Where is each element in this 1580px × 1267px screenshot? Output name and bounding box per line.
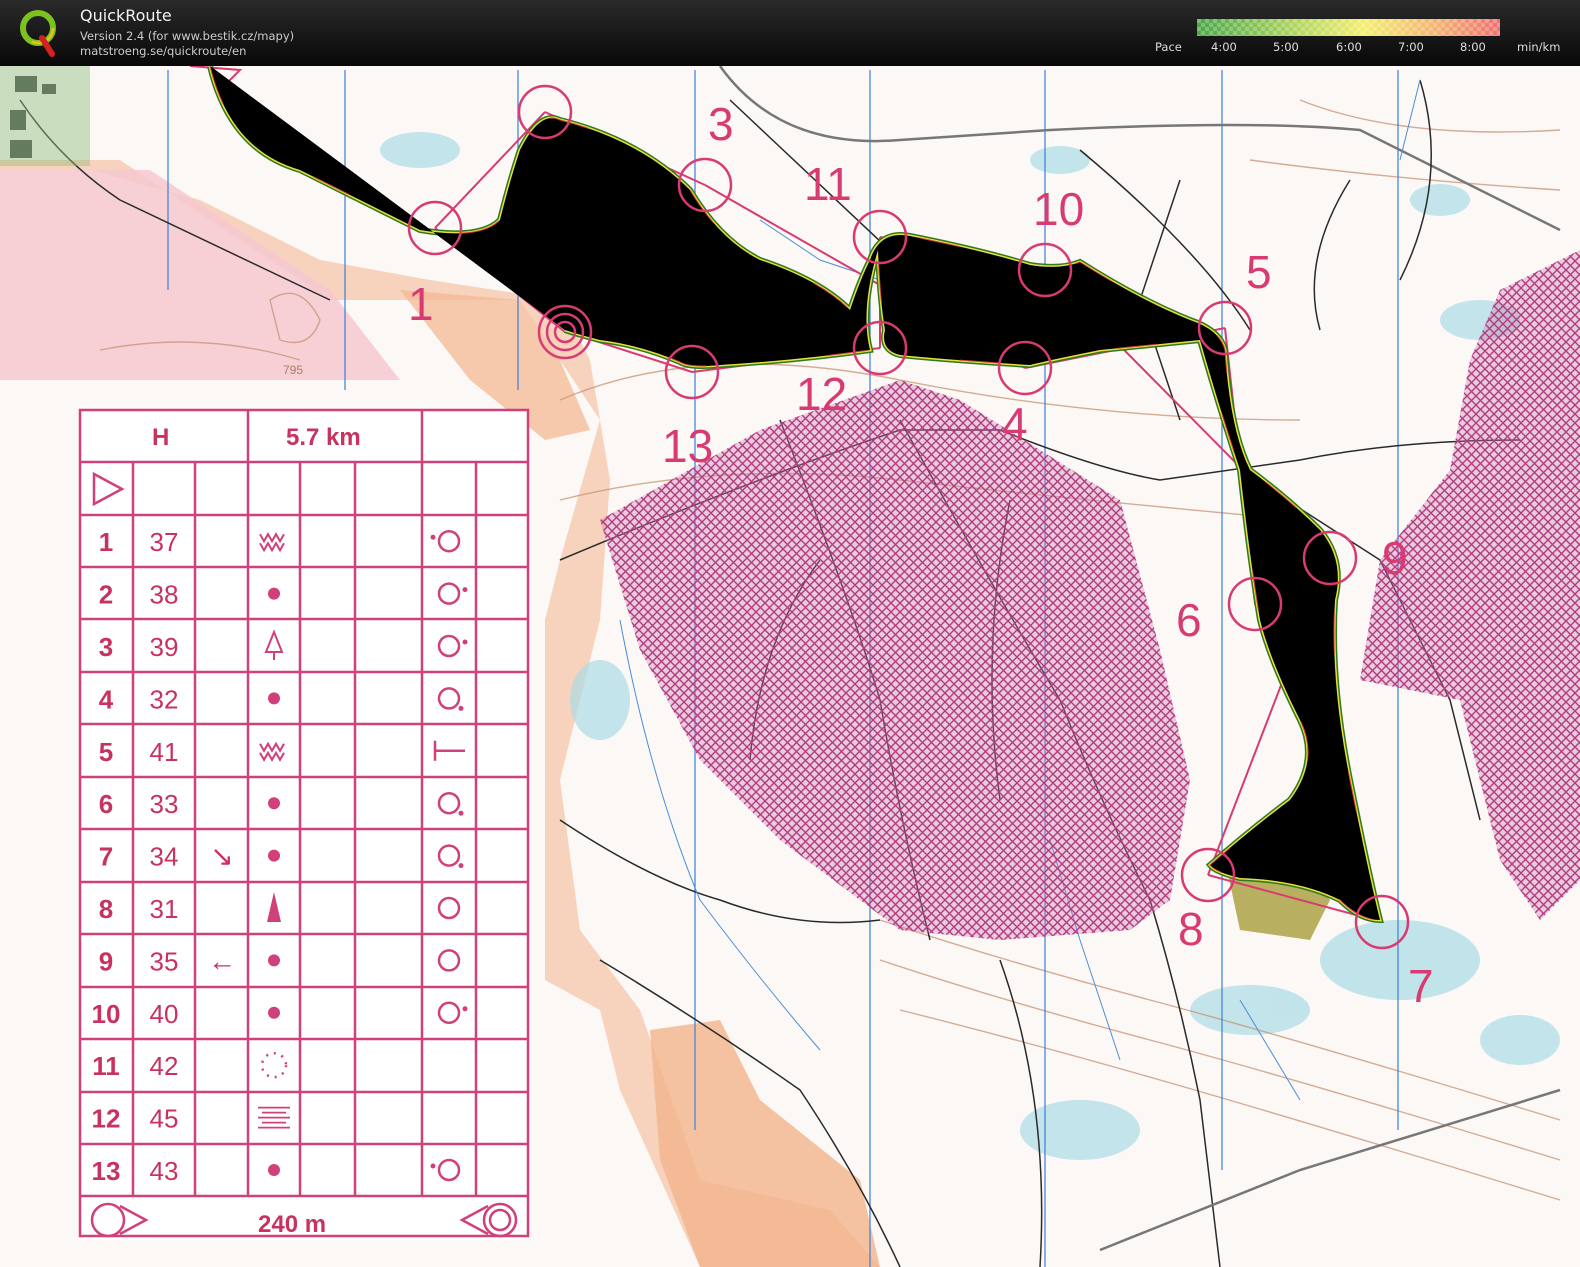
card-row-code: 43 xyxy=(150,1156,179,1186)
control-number: 2 xyxy=(545,66,571,70)
orienteering-map[interactable]: 7 9 5 1 3 4 5 6 7 8 9 10 11 12 13 H 5.7 km… xyxy=(0,66,1580,1267)
card-row-code: 31 xyxy=(150,894,179,924)
card-row-number: 12 xyxy=(92,1104,121,1134)
control-description-card: H 5.7 km 1 37 2 38 3 39 4 32 5 41 6 33 7 34 ↘ 8 31 9 35 ← 10… xyxy=(78,408,530,1240)
control-number: 11 xyxy=(804,158,852,210)
card-row-number: 13 xyxy=(92,1156,121,1186)
quickroute-logo-icon xyxy=(20,10,56,57)
location-dot-icon xyxy=(430,1163,436,1169)
card-row-code: 37 xyxy=(150,527,179,557)
pace-tick: 8:00 xyxy=(1460,40,1486,54)
control-number: 3 xyxy=(708,98,734,150)
control-number: 6 xyxy=(1176,594,1202,646)
point-feature-icon xyxy=(268,954,280,967)
card-row-direction: ← xyxy=(208,945,236,976)
card-row-direction: ↘ xyxy=(210,841,233,872)
card-row-code: 42 xyxy=(150,1051,179,1081)
pace-tick: 5:00 xyxy=(1273,40,1299,54)
card-row-number: 9 xyxy=(99,946,113,976)
card-row-code: 45 xyxy=(150,1104,179,1134)
point-feature-icon xyxy=(268,1164,280,1176)
card-row-number: 4 xyxy=(99,684,114,714)
location-dot-icon xyxy=(458,705,464,711)
point-feature-icon xyxy=(268,849,280,862)
point-feature-icon xyxy=(268,692,280,705)
location-dot-icon xyxy=(458,863,464,869)
card-row-number: 3 xyxy=(99,632,113,662)
card-row-code: 33 xyxy=(150,789,179,819)
pace-tick: 6:00 xyxy=(1336,40,1362,54)
app-header: QuickRoute Version 2.4 (for www.bestik.c… xyxy=(0,0,1580,66)
control-number: 10 xyxy=(1033,183,1084,235)
pace-tick: 4:00 xyxy=(1211,40,1237,54)
card-row-number: 5 xyxy=(99,737,113,767)
control-number: 7 xyxy=(1408,960,1434,1012)
card-row-code: 32 xyxy=(150,684,179,714)
card-row-code: 41 xyxy=(150,737,179,767)
card-row-number: 11 xyxy=(92,1051,120,1081)
card-row-number: 1 xyxy=(99,527,113,557)
card-row-code: 39 xyxy=(150,632,179,662)
pace-tick: 7:00 xyxy=(1398,40,1424,54)
card-row-number: 7 xyxy=(99,842,113,872)
card-row-number: 2 xyxy=(99,580,113,610)
location-dot-icon xyxy=(462,639,468,645)
point-feature-icon xyxy=(268,1006,280,1019)
finish-distance: 240 m xyxy=(258,1211,326,1238)
control-number: 9 xyxy=(1382,532,1408,584)
location-dot-icon xyxy=(462,1006,468,1012)
settlement-area xyxy=(0,66,90,166)
control-number: 12 xyxy=(796,368,847,420)
pace-color-scale xyxy=(1197,19,1500,36)
card-row-code: 40 xyxy=(150,999,179,1029)
control-number: 1 xyxy=(408,278,434,330)
pace-unit: min/km xyxy=(1517,40,1561,54)
control-number: 5 xyxy=(1246,246,1272,298)
card-row-code: 34 xyxy=(150,842,179,872)
pace-label: Pace xyxy=(1155,40,1182,54)
control-number: 4 xyxy=(1002,398,1028,450)
card-class: H xyxy=(152,424,169,451)
card-row-number: 6 xyxy=(99,789,113,819)
card-row-code: 35 xyxy=(150,946,179,976)
card-row-number: 8 xyxy=(99,894,113,924)
point-feature-icon xyxy=(268,797,280,810)
app-version: Version 2.4 (for www.bestik.cz/mapy) xyxy=(80,29,295,43)
app-url[interactable]: matstroeng.se/quickroute/en xyxy=(80,44,246,58)
location-dot-icon xyxy=(458,810,464,816)
control-number: 8 xyxy=(1178,903,1204,955)
control-number: 13 xyxy=(662,420,713,472)
card-row-number: 10 xyxy=(92,999,121,1029)
location-dot-icon xyxy=(430,534,436,540)
card-length: 5.7 km xyxy=(286,424,361,451)
app-title: QuickRoute xyxy=(80,6,172,25)
contour-label: 795 xyxy=(283,363,303,377)
card-row-code: 38 xyxy=(150,580,179,610)
location-dot-icon xyxy=(462,587,468,593)
point-feature-icon xyxy=(268,587,280,600)
